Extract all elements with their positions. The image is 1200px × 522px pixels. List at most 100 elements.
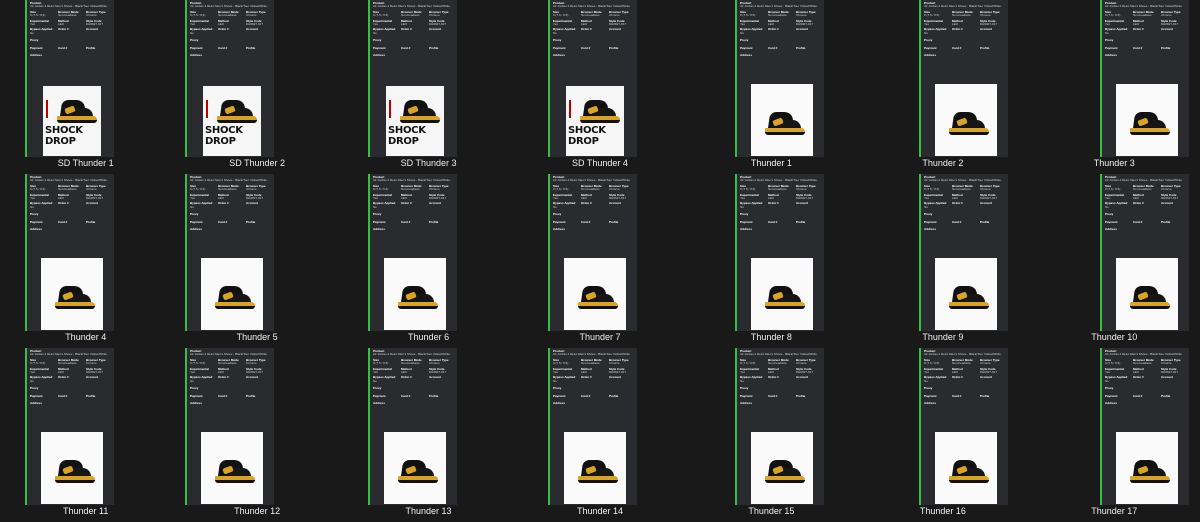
product-image: SHOCK DROP: [385, 86, 444, 156]
file-name-label: Thunder 7: [579, 332, 621, 342]
product-image: [934, 432, 997, 504]
file-item[interactable]: Product Air Jordan 4 Retro Men's Shoes -…: [686, 348, 857, 522]
file-name-label: Thunder 10: [1091, 332, 1138, 342]
sneaker-image: [51, 284, 95, 312]
product-image: [41, 258, 103, 330]
tagline-mark: [568, 100, 571, 118]
sneaker-image: [396, 98, 440, 126]
file-item[interactable]: Product Air Jordan 4 Retro Men's Shoes -…: [171, 0, 342, 174]
file-item[interactable]: Product Air Jordan 4 Retro Men's Shoes -…: [857, 348, 1028, 522]
file-thumbnail-grid: Product Air Jordan 4 Retro Men's Shoes -…: [0, 0, 1200, 522]
file-name-label: Thunder 6: [408, 332, 450, 342]
file-item[interactable]: Product Air Jordan 4 Retro Men's Shoes -…: [171, 348, 342, 522]
file-thumbnail[interactable]: Product Air Jordan 4 Retro Men's Shoes -…: [918, 0, 1008, 157]
file-item[interactable]: Product Air Jordan 4 Retro Men's Shoes -…: [171, 174, 342, 348]
file-item[interactable]: Product Air Jordan 4 Retro Men's Shoes -…: [0, 348, 171, 522]
product-image: [750, 84, 813, 156]
file-name-label: Thunder 1: [750, 158, 792, 168]
file-name-label: Thunder 17: [1091, 506, 1138, 516]
sneaker-image: [574, 458, 618, 486]
file-thumbnail[interactable]: Product Air Jordan 4 Retro Men's Shoes -…: [184, 174, 274, 331]
sneaker-image: [211, 284, 255, 312]
file-item[interactable]: Product Air Jordan 4 Retro Men's Shoes -…: [857, 0, 1028, 174]
sneaker-image: [211, 458, 255, 486]
file-thumbnail[interactable]: Product Air Jordan 4 Retro Men's Shoes -…: [734, 348, 824, 505]
file-name-label: Thunder 3: [1093, 158, 1135, 168]
tagline-mark: [205, 100, 208, 118]
product-image: SHOCK DROP: [565, 86, 624, 156]
file-thumbnail[interactable]: Product Air Jordan 4 Retro Men's Shoes -…: [184, 0, 274, 157]
sneaker-image: [1126, 458, 1170, 486]
file-name-label: SD Thunder 3: [400, 158, 457, 168]
sneaker-image: [574, 284, 618, 312]
product-image: [934, 258, 997, 330]
file-name-label: Thunder 16: [919, 506, 966, 516]
file-name-label: SD Thunder 4: [572, 158, 628, 168]
sneaker-image: [1126, 284, 1170, 312]
file-item[interactable]: Product Air Jordan 4 Retro Men's Shoes -…: [343, 174, 514, 348]
shock-drop-logo: SHOCK DROP: [204, 125, 243, 147]
file-thumbnail[interactable]: Product Air Jordan 4 Retro Men's Shoes -…: [367, 0, 457, 157]
file-item[interactable]: Product Air Jordan 4 Retro Men's Shoes -…: [343, 348, 514, 522]
file-item[interactable]: Product Air Jordan 4 Retro Men's Shoes -…: [343, 0, 514, 174]
product-image: [383, 432, 446, 504]
file-thumbnail[interactable]: Product Air Jordan 4 Retro Men's Shoes -…: [734, 174, 824, 331]
file-name-label: Thunder 5: [236, 332, 278, 342]
file-item[interactable]: Product Air Jordan 4 Retro Men's Shoes -…: [1029, 348, 1200, 522]
file-item[interactable]: Product Air Jordan 4 Retro Men's Shoes -…: [0, 174, 171, 348]
sneaker-image: [945, 110, 989, 138]
product-image: [200, 258, 263, 330]
file-thumbnail[interactable]: Product Air Jordan 4 Retro Men's Shoes -…: [367, 174, 457, 331]
product-image: [934, 84, 997, 156]
file-thumbnail[interactable]: Product Air Jordan 4 Retro Men's Shoes -…: [25, 174, 114, 331]
shock-drop-logo: SHOCK DROP: [567, 125, 606, 147]
file-name-label: SD Thunder 2: [229, 158, 286, 168]
product-image: [383, 258, 446, 330]
file-item[interactable]: Product Air Jordan 4 Retro Men's Shoes -…: [1029, 174, 1200, 348]
sneaker-image: [761, 284, 805, 312]
file-thumbnail[interactable]: Product Air Jordan 4 Retro Men's Shoes -…: [547, 348, 637, 505]
file-thumbnail[interactable]: Product Air Jordan 4 Retro Men's Shoes -…: [547, 0, 637, 157]
file-thumbnail[interactable]: Product Air Jordan 4 Retro Men's Shoes -…: [734, 0, 824, 157]
file-name-label: Thunder 8: [750, 332, 792, 342]
sneaker-image: [394, 284, 438, 312]
file-name-label: Thunder 9: [922, 332, 964, 342]
file-name-label: Thunder 15: [748, 506, 795, 516]
file-thumbnail[interactable]: Product Air Jordan 4 Retro Men's Shoes -…: [918, 174, 1008, 331]
file-thumbnail[interactable]: Product Air Jordan 4 Retro Men's Shoes -…: [1099, 348, 1189, 505]
file-thumbnail[interactable]: Product Air Jordan 4 Retro Men's Shoes -…: [367, 348, 457, 505]
sneaker-image: [213, 98, 257, 126]
file-name-label: Thunder 13: [405, 506, 452, 516]
file-name-label: Thunder 14: [576, 506, 624, 516]
file-item[interactable]: Product Air Jordan 4 Retro Men's Shoes -…: [514, 348, 685, 522]
sneaker-image: [1126, 110, 1170, 138]
product-image: [563, 258, 626, 330]
file-name-label: Thunder 11: [63, 506, 109, 516]
shock-drop-logo: SHOCK DROP: [387, 125, 426, 147]
file-item[interactable]: Product Air Jordan 4 Retro Men's Shoes -…: [0, 0, 171, 174]
product-image: [750, 258, 813, 330]
file-thumbnail[interactable]: Product Air Jordan 4 Retro Men's Shoes -…: [25, 348, 114, 505]
file-item[interactable]: Product Air Jordan 4 Retro Men's Shoes -…: [514, 174, 685, 348]
product-image: [200, 432, 263, 504]
file-thumbnail[interactable]: Product Air Jordan 4 Retro Men's Shoes -…: [1099, 174, 1189, 331]
file-thumbnail[interactable]: Product Air Jordan 4 Retro Men's Shoes -…: [1099, 0, 1189, 157]
product-image: SHOCK DROP: [43, 86, 101, 156]
file-name-label: Thunder 2: [922, 158, 964, 168]
file-item[interactable]: Product Air Jordan 4 Retro Men's Shoes -…: [1029, 0, 1200, 174]
sneaker-image: [53, 98, 97, 126]
file-item[interactable]: Product Air Jordan 4 Retro Men's Shoes -…: [686, 0, 857, 174]
product-image: [1115, 258, 1178, 330]
product-image: [563, 432, 626, 504]
product-image: [1115, 84, 1178, 156]
file-thumbnail[interactable]: Product Air Jordan 4 Retro Men's Shoes -…: [184, 348, 274, 505]
shock-drop-logo: SHOCK DROP: [45, 125, 83, 147]
sneaker-image: [576, 98, 620, 126]
file-thumbnail[interactable]: Product Air Jordan 4 Retro Men's Shoes -…: [25, 0, 114, 157]
file-item[interactable]: Product Air Jordan 4 Retro Men's Shoes -…: [514, 0, 685, 174]
file-thumbnail[interactable]: Product Air Jordan 4 Retro Men's Shoes -…: [547, 174, 637, 331]
file-item[interactable]: Product Air Jordan 4 Retro Men's Shoes -…: [686, 174, 857, 348]
file-item[interactable]: Product Air Jordan 4 Retro Men's Shoes -…: [857, 174, 1028, 348]
sneaker-image: [394, 458, 438, 486]
file-thumbnail[interactable]: Product Air Jordan 4 Retro Men's Shoes -…: [918, 348, 1008, 505]
